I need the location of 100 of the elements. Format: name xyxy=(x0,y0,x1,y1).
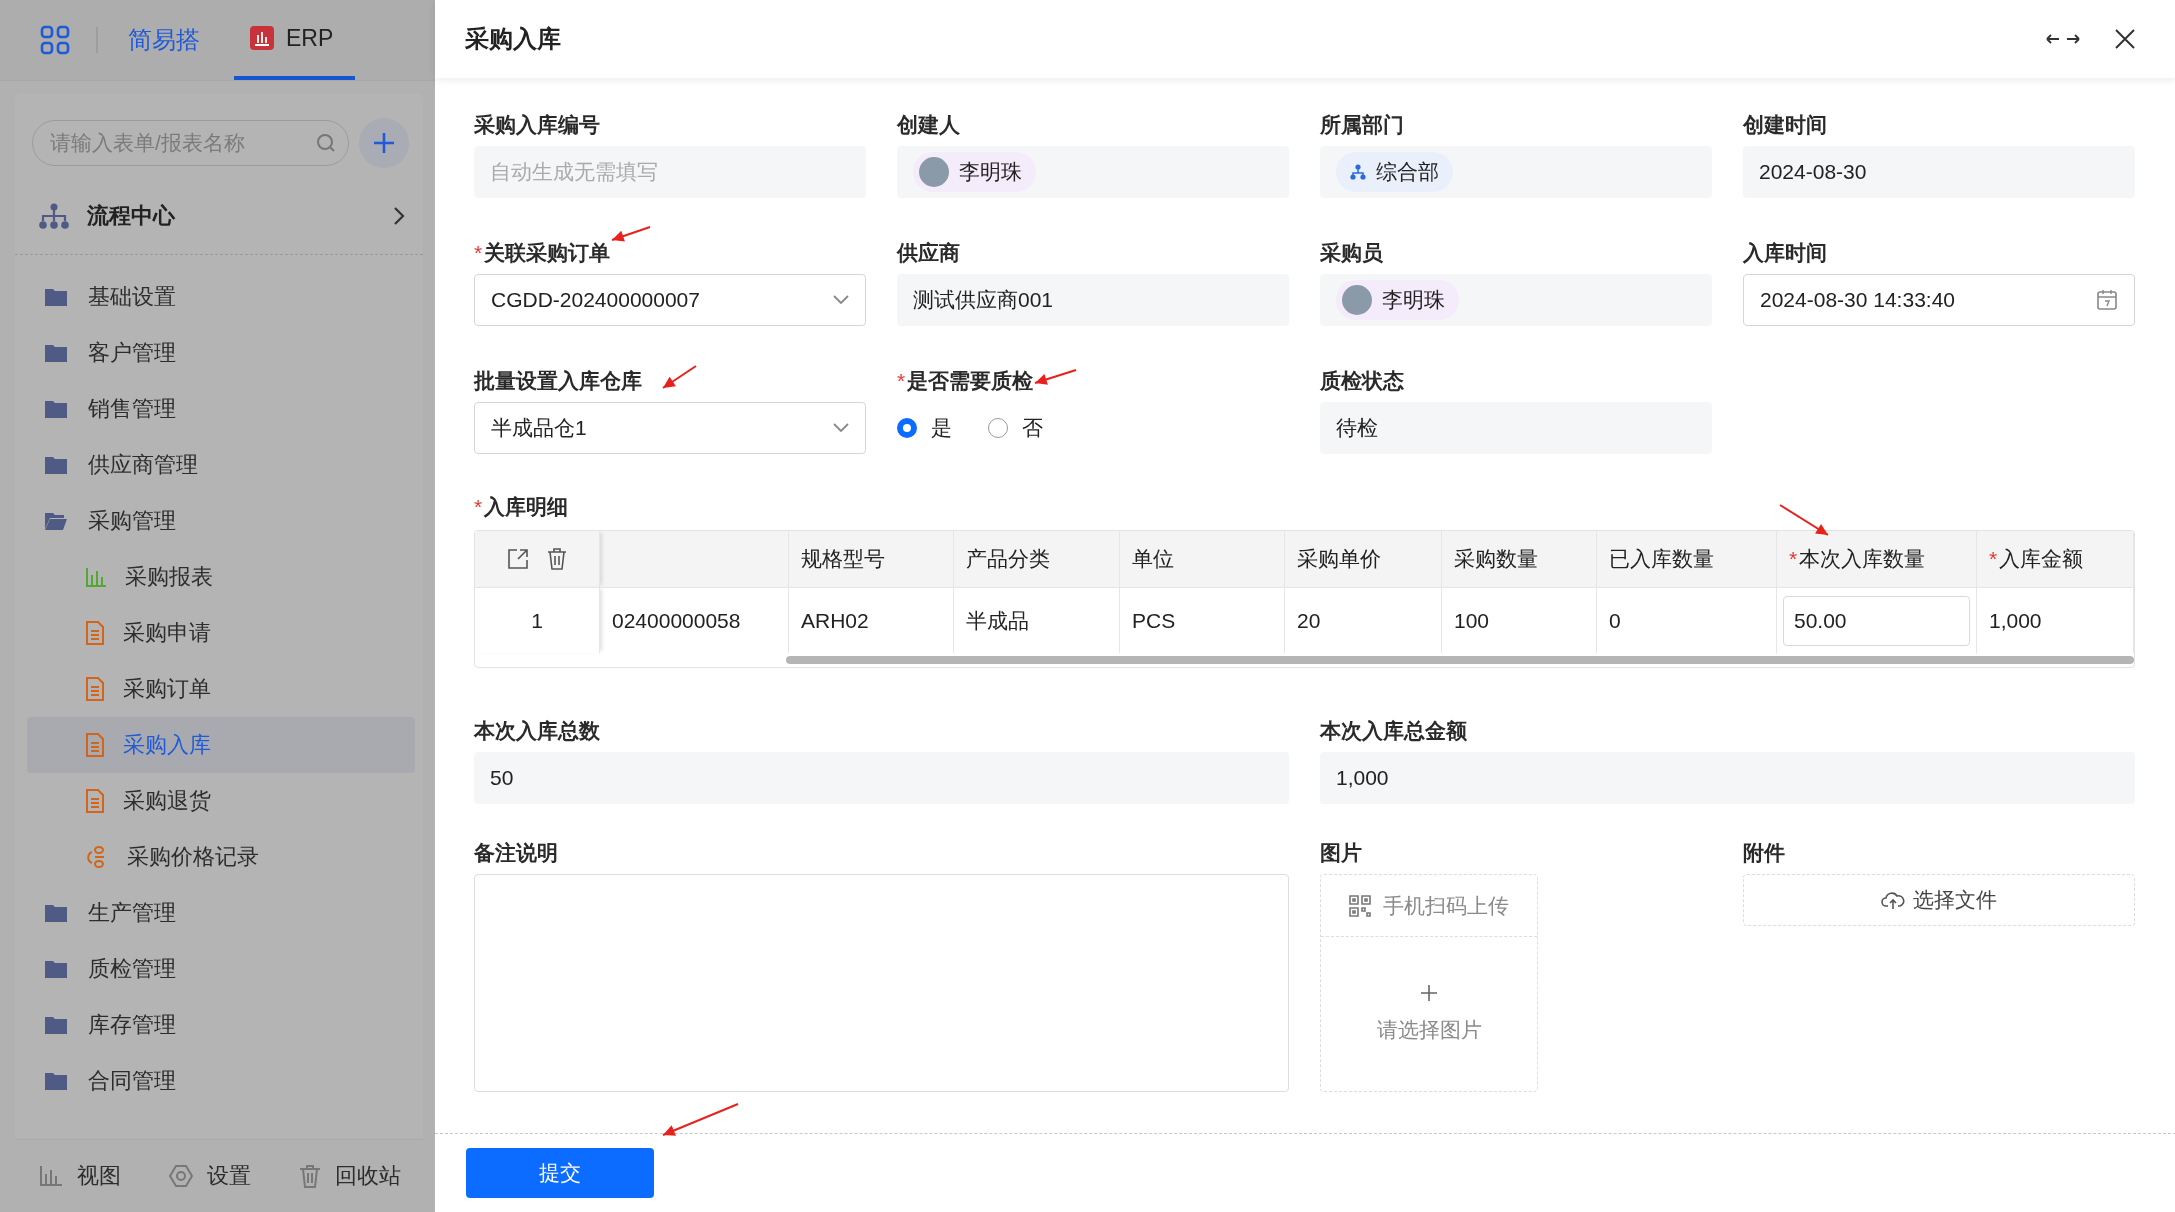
sidebar-item[interactable]: 采购退货 xyxy=(27,773,415,829)
select-field[interactable]: CGDD-202400000007 xyxy=(474,274,866,326)
required-mark: * xyxy=(1789,547,1798,571)
folder-icon xyxy=(44,399,68,419)
add-button[interactable] xyxy=(359,118,409,168)
sidebar-item[interactable]: 客户管理 xyxy=(15,325,423,381)
footer-button[interactable]: 视图 xyxy=(33,1160,127,1192)
required-mark: * xyxy=(1989,547,1998,571)
field-label: 创建人 xyxy=(897,112,960,138)
field-label: 备注说明 xyxy=(474,840,558,866)
field-label: 入库时间 xyxy=(1743,240,1827,266)
annotation-arrow xyxy=(611,226,651,242)
user-name: 李明珠 xyxy=(1382,287,1445,313)
scrollbar-thumb[interactable] xyxy=(786,656,2134,664)
footer-button[interactable]: 设置 xyxy=(163,1160,257,1192)
select-field[interactable]: 半成品仓1 xyxy=(474,402,866,454)
scan-upload-button[interactable]: 手机扫码上传 xyxy=(1321,875,1537,937)
table-cell: PCS xyxy=(1120,587,1285,653)
chevron-right-icon[interactable] xyxy=(393,206,405,226)
field-label: 批量设置入库仓库 xyxy=(474,368,642,394)
field-label: 本次入库总数 xyxy=(474,718,600,744)
field-label: 质检状态 xyxy=(1320,368,1404,394)
column-header: 规格型号 xyxy=(801,546,885,572)
radio-button[interactable]: 否 xyxy=(988,414,1043,442)
drawer-title: 采购入库 xyxy=(465,24,562,54)
folder-icon xyxy=(44,1015,68,1035)
org-chart-icon xyxy=(39,202,69,230)
column-header: 已入库数量 xyxy=(1609,546,1714,572)
search-icon xyxy=(316,133,336,153)
sidebar-item[interactable]: 基础设置 xyxy=(15,269,423,325)
document-icon xyxy=(85,621,105,645)
document-icon xyxy=(85,789,105,813)
apps-grid-icon[interactable] xyxy=(40,25,70,55)
submit-button[interactable]: 提交 xyxy=(466,1148,654,1198)
annotation-arrow xyxy=(1779,504,1829,536)
annotation-arrow xyxy=(662,365,697,389)
quantity-input[interactable]: 50.00 xyxy=(1783,595,1970,646)
sidebar-item[interactable]: 供应商管理 xyxy=(15,437,423,493)
input-field[interactable]: 测试供应商001 xyxy=(897,274,1289,326)
field-label: 采购入库编号 xyxy=(474,112,600,138)
close-icon xyxy=(2114,28,2136,50)
table-cell: 1,000 xyxy=(1977,587,2134,653)
sidebar-item[interactable]: 生产管理 xyxy=(15,885,423,941)
input-field[interactable]: 李明珠 xyxy=(897,146,1289,198)
folder-icon xyxy=(44,455,68,475)
settings-icon xyxy=(169,1165,193,1187)
folder-icon xyxy=(44,343,68,363)
row-number: 1 xyxy=(475,587,600,653)
sidebar-item[interactable]: 质检管理 xyxy=(15,941,423,997)
field-label: 是否需要质检 xyxy=(907,368,1034,394)
sidebar-item[interactable]: 采购订单 xyxy=(27,661,415,717)
sidebar-item[interactable]: 采购价格记录 xyxy=(27,829,415,885)
process-center-link[interactable]: 流程中心 xyxy=(87,201,375,231)
field-label: 附件 xyxy=(1743,840,1785,866)
trash-icon xyxy=(299,1164,321,1188)
trash-icon[interactable] xyxy=(547,548,567,570)
qr-code-icon xyxy=(1349,894,1371,917)
radio-button[interactable]: 是 xyxy=(897,414,952,442)
column-header: 入库金额 xyxy=(1999,546,2084,572)
image-picker[interactable]: 请选择图片 xyxy=(1321,937,1537,1091)
plus-icon xyxy=(373,132,395,154)
section-label: 入库明细 xyxy=(484,494,569,520)
column-header: 单位 xyxy=(1132,546,1174,572)
table-cell: 100 xyxy=(1442,587,1597,653)
avatar-icon xyxy=(1342,285,1372,315)
column-header: 本次入库数量 xyxy=(1799,546,1926,572)
input-field[interactable]: 50 xyxy=(474,752,1289,804)
annotation-arrow xyxy=(1034,369,1077,385)
folder-icon xyxy=(44,1071,68,1091)
sidebar-item[interactable]: 采购管理 xyxy=(15,493,423,549)
input-field[interactable]: 李明珠 xyxy=(1320,274,1712,326)
department-name: 综合部 xyxy=(1376,159,1439,185)
field-label: 本次入库总金额 xyxy=(1320,718,1467,744)
input-field[interactable]: 综合部 xyxy=(1320,146,1712,198)
required-mark: * xyxy=(474,241,483,265)
table-cell: ARH02 xyxy=(789,587,954,653)
sidebar-item[interactable]: 销售管理 xyxy=(15,381,423,437)
required-mark: * xyxy=(474,495,483,519)
caret-icon xyxy=(833,295,849,305)
input-field[interactable]: 待检 xyxy=(1320,402,1712,454)
date-time-field[interactable]: 2024-08-30 14:33:40 xyxy=(1743,274,2135,326)
app-tab[interactable]: ERP xyxy=(234,0,356,80)
picker-hint: 请选择图片 xyxy=(1376,1017,1482,1043)
column-header: 采购单价 xyxy=(1297,546,1381,572)
sidebar-item[interactable]: 库存管理 xyxy=(15,997,423,1053)
sidebar-item[interactable]: 采购报表 xyxy=(27,549,415,605)
sidebar-item[interactable]: 采购申请 xyxy=(27,605,415,661)
folder-icon xyxy=(44,287,68,307)
open-folder-icon xyxy=(44,511,68,531)
choose-file-button[interactable]: 选择文件 xyxy=(1743,874,2135,926)
input-field[interactable]: 2024-08-30 xyxy=(1743,146,2135,198)
field-label: 采购员 xyxy=(1320,240,1383,266)
field-label: 所属部门 xyxy=(1320,112,1404,138)
sidebar-item[interactable]: 合同管理 xyxy=(15,1053,423,1109)
open-external-icon[interactable] xyxy=(507,548,529,570)
footer-button[interactable]: 回收站 xyxy=(293,1160,407,1192)
input-field[interactable]: 1,000 xyxy=(1320,752,2135,804)
folder-icon xyxy=(44,959,68,979)
required-mark: * xyxy=(897,369,906,393)
column-header: 产品分类 xyxy=(966,546,1050,572)
